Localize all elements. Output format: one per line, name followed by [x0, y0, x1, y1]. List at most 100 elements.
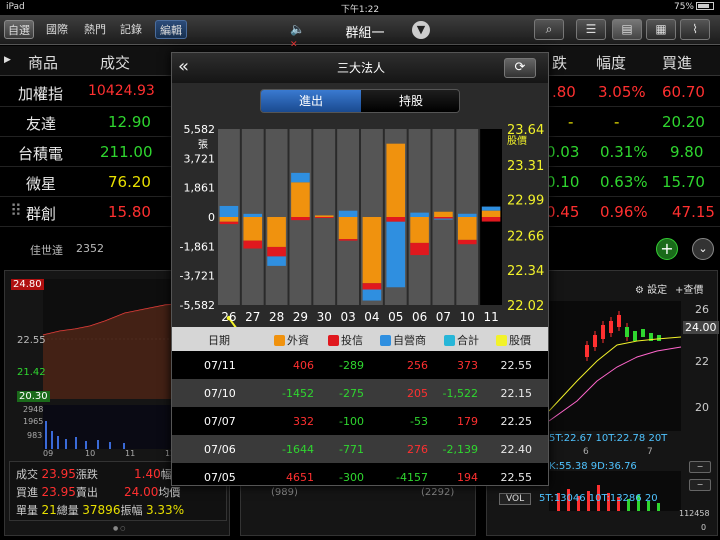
row-foreign: 332 — [293, 415, 314, 428]
row-foreign: -1644 — [282, 443, 314, 456]
col-price-label: 股價 — [509, 334, 531, 347]
trust-bar — [291, 217, 310, 221]
row-total: -2,139 — [442, 443, 478, 456]
top-nav-bar: 自選 國際 熱門 記錄 編輯 🔈✕ 群組一 ▼ ⌕ ☰ ▤ ▦ ⌇ — [0, 15, 720, 50]
table-row[interactable]: 07/10 -1452 -275 205 -1,522 22.15 — [172, 379, 548, 407]
clock: 下午1:22 — [340, 5, 380, 15]
refresh-icon[interactable]: ⟳ — [504, 58, 536, 78]
col-header-pct[interactable]: 幅度 — [596, 52, 626, 73]
price-legend-swatch — [496, 335, 507, 346]
row-dealer: -4157 — [396, 471, 428, 484]
foreign-bar — [219, 217, 239, 222]
expand-arrow-icon[interactable]: ▶ — [4, 55, 11, 65]
price-mid-label: 22.55 — [17, 335, 46, 346]
group-title[interactable]: 群組一 — [330, 22, 400, 41]
volume-ma-readout: 5T:13046 10T:13286 20 — [539, 493, 658, 504]
left-axis-tick: -5,582 — [180, 299, 215, 312]
tab-international[interactable]: 國際 — [42, 20, 72, 39]
tab-popular[interactable]: 熱門 — [80, 20, 110, 39]
dealer-bar — [219, 205, 239, 217]
stat-value: 23.95 — [41, 485, 76, 499]
stat-value: 23.95 — [41, 467, 76, 481]
x-axis-tick: 06 — [412, 310, 427, 324]
foreign-bar — [291, 182, 310, 217]
row-trust: -300 — [339, 471, 364, 484]
collapse-icon[interactable]: − — [689, 479, 711, 491]
segment-net-buy-sell[interactable]: 進出 — [261, 90, 361, 112]
date-label: 7 — [647, 447, 653, 457]
stat-value: 37896 — [82, 503, 121, 517]
dealer-bar — [386, 221, 406, 288]
row-trust: -289 — [339, 359, 364, 372]
col-header-bid[interactable]: 買進 — [662, 52, 692, 73]
chevron-down-icon[interactable]: ▼ — [412, 21, 430, 39]
stat-label: 成交 — [16, 468, 38, 481]
list-view-icon[interactable]: ☰ — [576, 19, 606, 40]
dealer-bar — [410, 212, 429, 217]
volume-label: 2948 — [23, 405, 44, 414]
dealer-bar — [291, 172, 310, 183]
stat-label: 總量 — [56, 504, 79, 517]
kd-readout: K:55.38 9D:36.76 — [549, 461, 637, 472]
zoom-out-icon[interactable]: − — [689, 461, 711, 473]
edit-button[interactable]: 編輯 — [155, 20, 187, 39]
dealer-bar — [481, 206, 501, 211]
row-total: -1,522 — [442, 387, 478, 400]
stock-change: .80 — [552, 83, 576, 101]
volume-min-label: 0 — [701, 523, 707, 532]
stock-price: 12.90 — [108, 113, 151, 131]
status-bar: iPad 下午1:22 75% — [0, 0, 720, 15]
foreign-bar — [457, 217, 477, 240]
foreign-bar — [434, 211, 453, 217]
stat-value: 24.00 — [124, 485, 159, 499]
stock-price: 211.00 — [100, 143, 153, 161]
col-price: 股價 — [496, 332, 531, 348]
left-axis-tick: -3,721 — [180, 270, 215, 283]
stat-label: 買進 — [16, 486, 38, 499]
search-icon[interactable]: ⌕ — [534, 19, 564, 40]
col-trust-label: 投信 — [341, 334, 363, 347]
view-toggle: 進出 持股 — [260, 89, 460, 113]
stock-bid: 47.15 — [672, 203, 715, 221]
row-total: 373 — [457, 359, 478, 372]
left-axis-tick: -1,861 — [180, 240, 215, 253]
col-header-price[interactable]: 成交 — [100, 52, 130, 73]
dealer-legend-swatch — [380, 335, 391, 346]
stock-pct: 3.05% — [598, 83, 646, 101]
right-axis-tick: 22.99 — [507, 194, 544, 209]
kline-price-label: 20 — [695, 401, 709, 414]
mute-icon[interactable]: 🔈✕ — [290, 22, 312, 50]
price-low-label: 21.42 — [17, 367, 46, 378]
table-row[interactable]: 07/07 332 -100 -53 179 22.25 — [172, 407, 548, 435]
volume-tag[interactable]: VOL — [499, 493, 532, 505]
middle-panel-value: (2292) — [421, 487, 455, 498]
back-chevrons-icon[interactable]: « — [178, 57, 200, 77]
page-dots[interactable]: ● ○ — [113, 525, 125, 532]
table-row[interactable]: 07/06 -1644 -771 276 -2,139 22.40 — [172, 435, 548, 463]
col-dealer: 自營商 — [380, 332, 426, 348]
trust-bar — [338, 239, 358, 241]
row-trust: -771 — [339, 443, 364, 456]
selected-stock-code: 2352 — [76, 242, 104, 255]
x-axis-tick: 07 — [436, 310, 451, 324]
stock-change: 0.10 — [546, 173, 580, 191]
col-date: 日期 — [208, 334, 230, 347]
tab-history[interactable]: 記錄 — [116, 20, 146, 39]
table-row[interactable]: 07/05 4651 -300 -4157 194 22.55 — [172, 463, 548, 485]
grid-view-icon[interactable]: ▦ — [646, 19, 676, 40]
table-row[interactable]: 07/11 406 -289 256 373 22.55 — [172, 351, 548, 379]
row-price: 22.40 — [500, 443, 533, 456]
chart-view-icon[interactable]: ⌇ — [680, 19, 710, 40]
col-header-change[interactable]: 跌 — [552, 52, 567, 73]
drag-handle-icon[interactable]: ⠿ — [10, 201, 22, 220]
add-icon[interactable]: + — [656, 238, 678, 260]
book-view-icon[interactable]: ▤ — [612, 19, 642, 40]
stock-price: 10424.93 — [88, 83, 155, 99]
chevron-down-icon[interactable]: ⌄ — [692, 238, 714, 260]
stock-bid: 20.20 — [662, 113, 705, 131]
segment-holdings[interactable]: 持股 — [361, 90, 459, 112]
dealer-bar — [267, 256, 286, 266]
col-header-name[interactable]: 商品 — [28, 52, 58, 73]
tab-favorites[interactable]: 自選 — [4, 20, 34, 39]
row-date: 07/05 — [204, 471, 236, 484]
